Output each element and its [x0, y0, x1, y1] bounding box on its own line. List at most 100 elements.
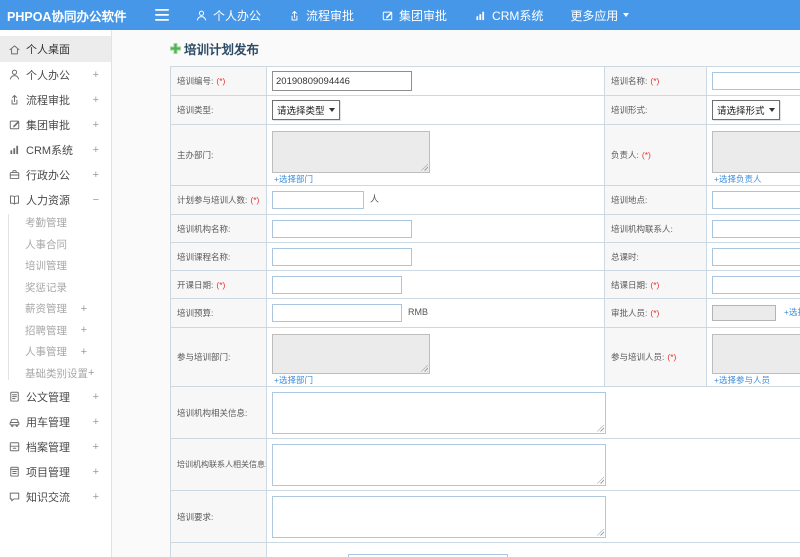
training-place-input[interactable] [712, 191, 800, 209]
training-form-value-cell: 请选择形式 [706, 95, 800, 125]
book-icon [8, 193, 21, 206]
nav-item-personal-office[interactable]: 个人办公 [195, 7, 261, 24]
expand-toggle[interactable]: + [93, 491, 99, 503]
join-dept-textarea-wrap [272, 333, 430, 374]
host-dept-textarea[interactable] [272, 130, 430, 173]
nav-item-workflow-approval[interactable]: 流程审批 [288, 7, 354, 24]
host-dept-link[interactable]: +选择部门 [274, 174, 313, 184]
sidebar-subitem-label: 基础类别设置 [25, 367, 88, 380]
sidebar-submenu: 考勤管理 人事合同 培训管理 奖惩记录 薪资管理 + 招聘管理 + 人事管理 + 基础类别设置 + [0, 212, 111, 384]
sidebar-item-vehicle-mgmt[interactable]: 用车管理 + [0, 409, 111, 434]
form-row: 计划参与培训人数: (*) 人 培训地点: [170, 185, 800, 215]
sidebar-subitem-attendance-mgmt[interactable]: 考勤管理 [0, 212, 111, 234]
page-title: 培训计划发布 [184, 43, 260, 57]
approver-link[interactable]: +选择审批人员 [784, 307, 800, 317]
sidebar-item-crm-system[interactable]: CRM系统 + [0, 137, 111, 162]
expand-toggle[interactable]: + [81, 346, 87, 358]
end-date-input[interactable] [712, 275, 800, 294]
leader-link[interactable]: +选择负责人 [714, 174, 761, 184]
training-no-input[interactable] [272, 71, 412, 91]
sidebar-subitem-reward-punishment[interactable]: 奖惩记录 [0, 277, 111, 299]
sidebar-subitem-recruit-mgmt[interactable]: 招聘管理 + [0, 320, 111, 342]
training-form-select[interactable]: 请选择形式 [712, 100, 780, 120]
sidebar-item-project-mgmt[interactable]: 项目管理 + [0, 459, 111, 484]
nav-item-label: CRM系统 [492, 8, 544, 23]
nav-item-more-apps[interactable]: 更多应用 [570, 7, 630, 24]
plan-participants-input[interactable] [272, 191, 364, 209]
approver-input[interactable] [712, 305, 776, 321]
expand-toggle[interactable]: + [93, 69, 99, 81]
training-form-label-cell: 培训形式: [604, 95, 707, 125]
sidebar-subitem-training-mgmt[interactable]: 培训管理 [0, 255, 111, 277]
expand-toggle[interactable]: + [93, 169, 99, 181]
expand-toggle[interactable]: + [93, 391, 99, 403]
start-date-input[interactable] [272, 275, 402, 294]
expand-toggle[interactable]: + [93, 94, 99, 106]
host-dept-picker: +选择部门 [272, 126, 604, 185]
org-info-textarea[interactable] [272, 391, 606, 434]
edit-icon [381, 9, 394, 22]
join-dept-textarea[interactable] [272, 333, 430, 374]
page-title-row: 培训计划发布 [170, 39, 259, 58]
leader-textarea-wrap [712, 130, 800, 173]
budget-input[interactable] [272, 304, 402, 322]
join-dept-link[interactable]: +选择部门 [274, 375, 313, 385]
training-name-input[interactable] [712, 72, 800, 90]
org-contact-label-cell: 培训机构联系人: [604, 214, 707, 243]
sidebar-item-admin-office[interactable]: 行政办公 + [0, 162, 111, 187]
sidebar-item-personal-desktop[interactable]: 个人桌面 [0, 36, 111, 62]
course-name-input[interactable] [272, 247, 412, 266]
join-person-textarea[interactable] [712, 333, 800, 374]
top-bar: PHPOA协同办公软件 个人办公 流程审批 集团审批 CRM系统 更多应用 [0, 0, 800, 30]
sidebar-item-document-mgmt[interactable]: 公文管理 + [0, 384, 111, 409]
training-require-label: 培训要求: [177, 511, 214, 522]
sidebar-item-workflow-approval[interactable]: 流程审批 + [0, 87, 111, 112]
leader-textarea[interactable] [712, 130, 800, 173]
briefcase-icon [8, 168, 21, 181]
archive-icon [8, 440, 21, 453]
sidebar-item-human-resources[interactable]: 人力资源 − [0, 187, 111, 212]
org-contact-input[interactable] [712, 219, 800, 238]
menu-icon[interactable] [155, 9, 169, 21]
training-require-textarea[interactable] [272, 495, 606, 538]
sidebar-item-label: 个人桌面 [26, 44, 70, 56]
sidebar-subitem-hr-contract[interactable]: 人事合同 [0, 234, 111, 256]
expand-toggle[interactable]: + [93, 416, 99, 428]
join-dept-label-cell: 参与培训部门: [170, 327, 267, 387]
expand-toggle[interactable]: + [88, 367, 94, 379]
attachment-input[interactable] [348, 553, 508, 557]
sidebar-subitem-salary-mgmt[interactable]: 薪资管理 + [0, 298, 111, 320]
sidebar-subitem-base-category-setting[interactable]: 基础类别设置 + [0, 363, 111, 385]
sidebar-item-label: 知识交流 [26, 491, 70, 504]
expand-toggle[interactable]: + [81, 303, 87, 315]
expand-toggle[interactable]: + [93, 441, 99, 453]
expand-toggle[interactable]: − [93, 194, 99, 206]
nav-item-group-approval[interactable]: 集团审批 [381, 7, 447, 24]
org-contact-info-label-cell: 培训机构联系人相关信息: [170, 438, 267, 491]
nav-item-label: 集团审批 [399, 8, 448, 23]
plan-participants-label-cell: 计划参与培训人数: (*) [170, 185, 267, 215]
training-form-selected-value: 请选择形式 [717, 106, 765, 117]
budget-value-cell: RMB [266, 298, 605, 328]
sidebar-item-knowledge-exchange[interactable]: 知识交流 + [0, 484, 111, 509]
org-contact-value-cell [706, 214, 800, 243]
expand-toggle[interactable]: + [93, 466, 99, 478]
sidebar-item-archive-mgmt[interactable]: 档案管理 + [0, 434, 111, 459]
body-row: 个人桌面 个人办公 + 流程审批 + 集团审批 + CRM系统 + 行政办公 + 人力资源 − 考勤管理人… [0, 30, 800, 557]
sidebar-item-group-approval[interactable]: 集团审批 + [0, 112, 111, 137]
sidebar-item-personal-office[interactable]: 个人办公 + [0, 62, 111, 87]
form-row: 培训机构名称: 培训机构联系人: [170, 214, 800, 243]
total-hours-input[interactable] [712, 247, 800, 266]
org-contact-info-value-cell [266, 438, 800, 491]
sidebar-subitem-personnel-mgmt[interactable]: 人事管理 + [0, 341, 111, 363]
required-marker: (*) [650, 279, 660, 290]
expand-toggle[interactable]: + [93, 144, 99, 156]
expand-toggle[interactable]: + [81, 324, 87, 336]
leader-picker: +选择负责人 [712, 126, 800, 185]
expand-toggle[interactable]: + [93, 119, 99, 131]
nav-item-crm-system[interactable]: CRM系统 [474, 7, 543, 24]
org-contact-info-textarea[interactable] [272, 443, 606, 486]
training-type-select[interactable]: 请选择类型 [272, 100, 340, 120]
org-name-input[interactable] [272, 219, 412, 238]
join-person-link[interactable]: +选择参与人员 [714, 375, 770, 385]
